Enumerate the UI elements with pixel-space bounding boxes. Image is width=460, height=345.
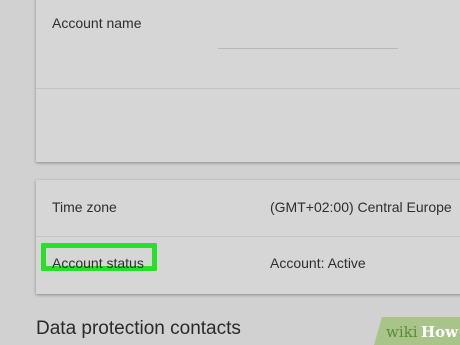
watermark-how-text: How	[421, 323, 459, 341]
data-protection-heading: Data protection contacts	[36, 318, 241, 339]
watermark-wiki-text: wiki	[386, 323, 418, 341]
account-name-label: Account name	[52, 15, 142, 31]
account-details-table: Time zone (GMT+02:00) Central Europe Acc…	[36, 180, 460, 294]
table-row-time-zone[interactable]: Time zone (GMT+02:00) Central Europe	[36, 180, 460, 237]
account-settings-card: Account name	[36, 0, 460, 162]
card-divider	[36, 88, 460, 89]
account-status-label: Account status	[52, 255, 144, 271]
table-row-account-status[interactable]: Account status Account: Active	[36, 237, 460, 293]
account-name-input[interactable]	[218, 48, 398, 49]
time-zone-label: Time zone	[52, 199, 117, 215]
wikihow-watermark: wiki How	[374, 317, 460, 345]
account-status-value: Account: Active	[270, 255, 366, 271]
time-zone-value: (GMT+02:00) Central Europe	[270, 199, 452, 215]
